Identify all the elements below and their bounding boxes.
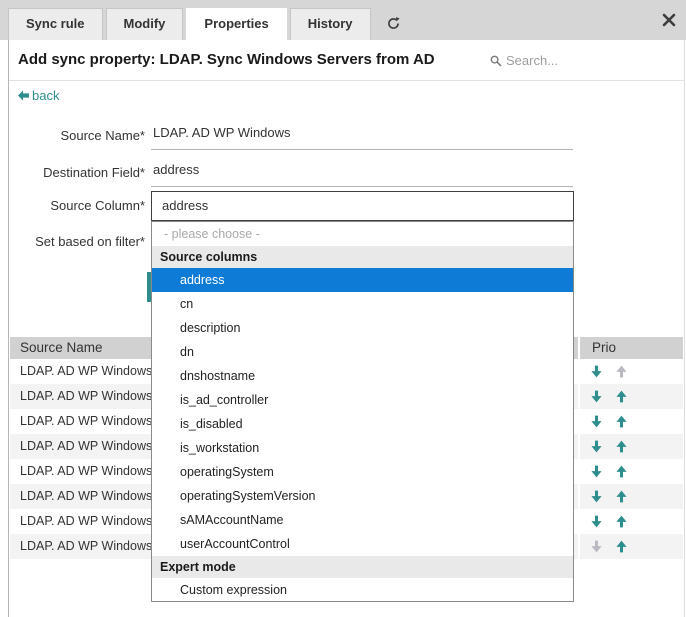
prio-down-arrow-icon[interactable]: [590, 415, 603, 428]
prio-up-arrow-icon[interactable]: [615, 415, 628, 428]
back-link-label: back: [32, 88, 59, 103]
dropdown-group-header: Source columns: [152, 246, 573, 268]
prio-cell: [580, 359, 683, 384]
tab-properties[interactable]: Properties: [186, 8, 286, 40]
set-based-on-filter-label: Set based on filter*: [9, 234, 145, 249]
title-row: Add sync property: LDAP. Sync Windows Se…: [9, 40, 684, 81]
dropdown-item[interactable]: Custom expression: [152, 578, 573, 602]
prio-down-arrow-icon[interactable]: [590, 440, 603, 453]
dropdown-item[interactable]: sAMAccountName: [152, 508, 573, 532]
back-arrow-icon: [18, 90, 29, 101]
prio-up-arrow-icon[interactable]: [615, 440, 628, 453]
close-button[interactable]: [662, 13, 676, 27]
dropdown-list: Source columnsaddresscndescriptiondndnsh…: [152, 246, 573, 602]
prio-cell: [580, 434, 683, 459]
search-input[interactable]: [506, 53, 626, 68]
dialog-content: Add sync property: LDAP. Sync Windows Se…: [8, 40, 685, 617]
prio-cell: [580, 509, 683, 534]
back-link[interactable]: back: [18, 88, 59, 103]
prio-up-arrow-icon[interactable]: [615, 490, 628, 503]
prio-cell: [580, 409, 683, 434]
dropdown-item[interactable]: dn: [152, 340, 573, 364]
prio-down-arrow-icon[interactable]: [590, 365, 603, 378]
prio-cell: [580, 384, 683, 409]
prio-cell: [580, 484, 683, 509]
source-column-input[interactable]: address: [151, 191, 574, 221]
prio-up-arrow-icon[interactable]: [615, 540, 628, 553]
dropdown-item[interactable]: operatingSystem: [152, 460, 573, 484]
dropdown-item[interactable]: address: [152, 268, 573, 292]
dropdown-item[interactable]: is_disabled: [152, 412, 573, 436]
source-name-input[interactable]: LDAP. AD WP Windows: [151, 125, 573, 150]
source-column-label: Source Column*: [9, 198, 145, 213]
prio-column-header: Prio: [580, 337, 683, 359]
prio-down-arrow-icon[interactable]: [590, 390, 603, 403]
tab-bar: Sync rule Modify Properties History: [0, 0, 686, 40]
dropdown-item[interactable]: dnshostname: [152, 364, 573, 388]
dropdown-item[interactable]: operatingSystemVersion: [152, 484, 573, 508]
dropdown-placeholder-option[interactable]: - please choose -: [152, 222, 573, 246]
search-icon: [490, 55, 502, 67]
dropdown-item[interactable]: is_ad_controller: [152, 388, 573, 412]
source-name-label: Source Name*: [9, 128, 145, 143]
tab-history[interactable]: History: [290, 8, 371, 40]
dropdown-item[interactable]: is_workstation: [152, 436, 573, 460]
dropdown-item[interactable]: userAccountControl: [152, 532, 573, 556]
dropdown-group-header: Expert mode: [152, 556, 573, 578]
page-title: Add sync property: LDAP. Sync Windows Se…: [18, 51, 435, 68]
prio-up-arrow-icon[interactable]: [615, 465, 628, 478]
prio-up-arrow-icon: [615, 365, 628, 378]
source-column-dropdown: - please choose - Source columnsaddressc…: [151, 221, 574, 602]
prio-up-arrow-icon[interactable]: [615, 515, 628, 528]
destination-field-label: Destination Field*: [9, 165, 145, 180]
prio-down-arrow-icon: [590, 540, 603, 553]
prio-down-arrow-icon[interactable]: [590, 490, 603, 503]
dropdown-item[interactable]: cn: [152, 292, 573, 316]
prio-cell: [580, 534, 683, 559]
dropdown-item[interactable]: description: [152, 316, 573, 340]
search-box: [490, 53, 626, 68]
prio-up-arrow-icon[interactable]: [615, 390, 628, 403]
destination-field-input[interactable]: address: [151, 162, 573, 187]
prio-down-arrow-icon[interactable]: [590, 465, 603, 478]
prio-down-arrow-icon[interactable]: [590, 515, 603, 528]
refresh-icon[interactable]: [386, 16, 401, 31]
tab-modify[interactable]: Modify: [106, 8, 184, 40]
tab-sync-rule[interactable]: Sync rule: [8, 8, 103, 40]
prio-cell: [580, 459, 683, 484]
close-icon: [662, 13, 676, 27]
